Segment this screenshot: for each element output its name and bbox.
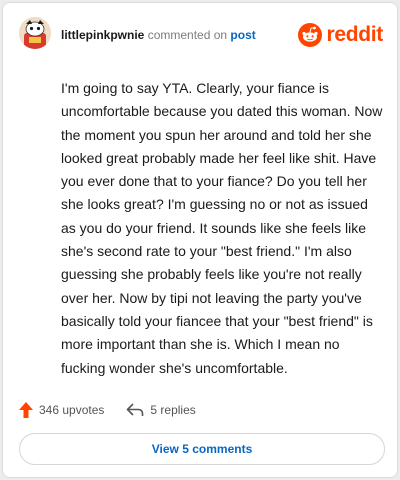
view-comments-button[interactable]: View 5 comments — [19, 433, 385, 465]
comment-actions: 346 upvotes 5 replies — [19, 399, 196, 421]
upvote-count: 346 upvotes — [39, 403, 105, 417]
commented-on-text: commented on — [147, 28, 228, 42]
reddit-wordmark: reddit — [326, 23, 383, 46]
comment-card: littlepinkpwnie commented on post reddit… — [2, 2, 398, 478]
replies-button[interactable]: 5 replies — [126, 403, 196, 417]
post-link[interactable]: post — [230, 28, 255, 42]
snoo-avatar-icon[interactable] — [19, 17, 51, 49]
reply-count: 5 replies — [150, 403, 196, 417]
comment-meta: littlepinkpwnie commented on post — [61, 27, 256, 43]
username-link[interactable]: littlepinkpwnie — [61, 28, 144, 42]
reddit-logo-icon — [298, 23, 323, 47]
comment-body: I'm going to say YTA. Clearly, your fian… — [61, 80, 383, 376]
reddit-logo[interactable]: reddit — [298, 21, 383, 49]
upvote-arrow-icon — [19, 402, 33, 418]
upvote-button[interactable]: 346 upvotes — [19, 402, 104, 418]
comment-header: littlepinkpwnie commented on post reddit — [3, 3, 397, 67]
reply-arrow-icon — [127, 403, 144, 416]
